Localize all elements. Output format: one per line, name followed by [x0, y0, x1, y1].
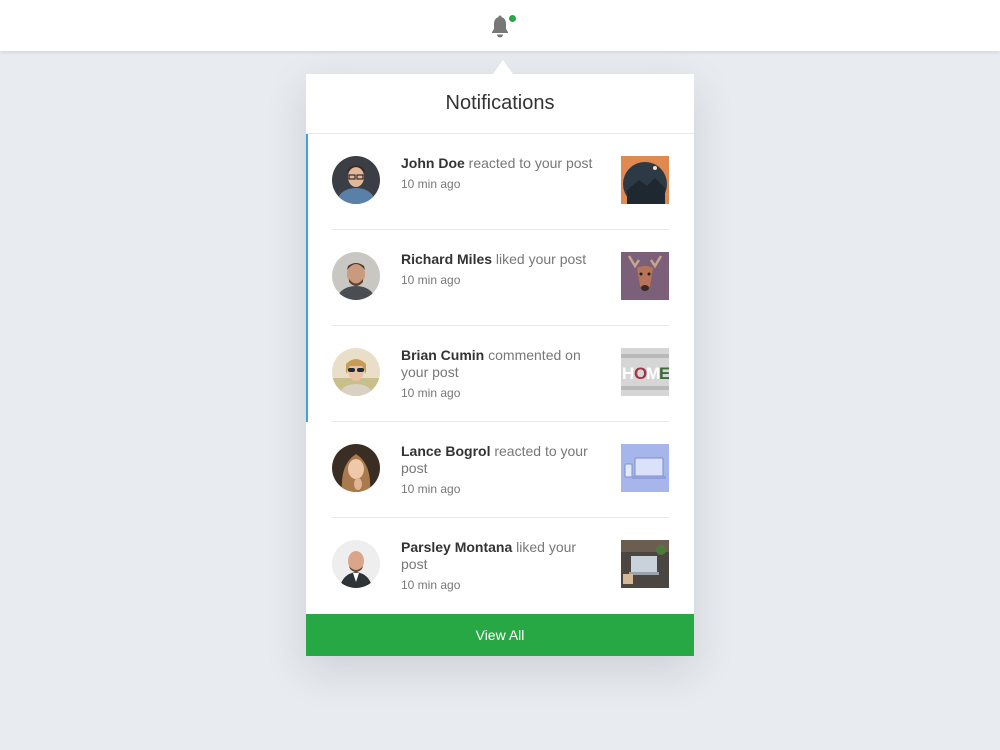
notification-item[interactable]: Parsley Montana liked your post 10 min a…: [306, 518, 694, 614]
notification-item[interactable]: Richard Miles liked your post 10 min ago: [306, 230, 694, 326]
notification-text: Lance Bogrol reacted to your post 10 min…: [401, 443, 601, 496]
view-all-button[interactable]: View All: [306, 614, 694, 656]
notification-item[interactable]: John Doe reacted to your post 10 min ago: [306, 134, 694, 230]
svg-text:E: E: [659, 364, 669, 383]
notification-message: Lance Bogrol reacted to your post: [401, 443, 601, 477]
notification-message: John Doe reacted to your post: [401, 155, 601, 172]
post-thumbnail: [621, 252, 669, 300]
svg-text:H: H: [622, 364, 634, 383]
notification-text: Richard Miles liked your post 10 min ago: [401, 251, 601, 287]
dropdown-header: Notifications: [306, 74, 694, 134]
top-bar: [0, 0, 1000, 51]
post-thumbnail: [621, 444, 669, 492]
notification-item[interactable]: Lance Bogrol reacted to your post 10 min…: [306, 422, 694, 518]
timestamp: 10 min ago: [401, 386, 461, 400]
action-text: liked your post: [495, 251, 587, 267]
notification-message: Richard Miles liked your post: [401, 251, 601, 268]
user-name: Lance Bogrol: [401, 443, 491, 459]
avatar: [332, 156, 380, 204]
user-name: John Doe: [401, 155, 465, 171]
notification-text: John Doe reacted to your post 10 min ago: [401, 155, 601, 191]
notification-message: Parsley Montana liked your post: [401, 539, 601, 573]
action-text: reacted to your post: [468, 155, 593, 171]
timestamp: 10 min ago: [401, 482, 461, 496]
post-thumbnail: [621, 540, 669, 588]
dropdown-caret: [493, 60, 513, 74]
notification-message: Brian Cumin commented on your post: [401, 347, 601, 381]
user-name: Parsley Montana: [401, 539, 513, 555]
notification-item[interactable]: Brian Cumin commented on your post 10 mi…: [306, 326, 694, 422]
avatar: [332, 540, 380, 588]
avatar: [332, 252, 380, 300]
timestamp: 10 min ago: [401, 273, 461, 287]
timestamp: 10 min ago: [401, 177, 461, 191]
post-thumbnail: H O M E: [621, 348, 669, 396]
notification-text: Brian Cumin commented on your post 10 mi…: [401, 347, 601, 400]
dropdown-title: Notifications: [445, 92, 555, 114]
notification-list: John Doe reacted to your post 10 min ago: [306, 134, 694, 614]
timestamp: 10 min ago: [401, 578, 461, 592]
avatar: [332, 444, 380, 492]
unread-badge-dot: [509, 15, 516, 22]
avatar: [332, 348, 380, 396]
notifications-bell-button[interactable]: [490, 15, 516, 39]
user-name: Brian Cumin: [401, 347, 485, 363]
user-name: Richard Miles: [401, 251, 493, 267]
post-thumbnail: [621, 156, 669, 204]
notifications-dropdown: Notifications John Doe reacted to your p…: [306, 60, 694, 656]
notification-text: Parsley Montana liked your post 10 min a…: [401, 539, 601, 592]
